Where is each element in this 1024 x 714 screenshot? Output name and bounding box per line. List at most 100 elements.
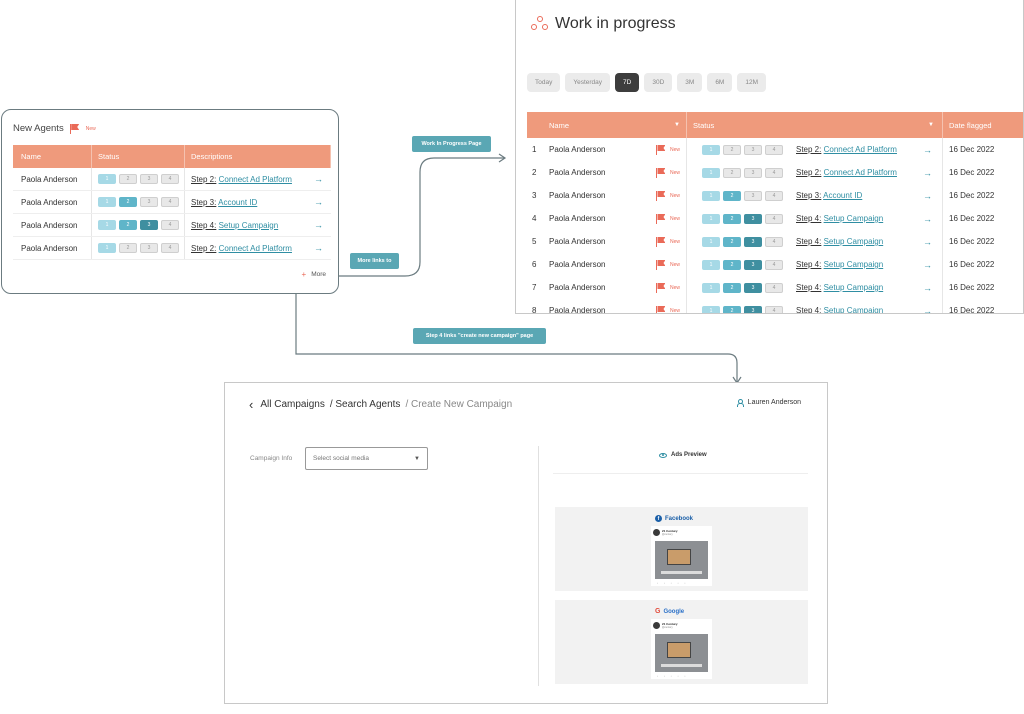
arrow-right-icon[interactable]: → [923,237,932,247]
table-row[interactable]: 3 Paola Anderson New 1234 Step 3: Account… [527,184,1023,207]
description-link[interactable]: Connect Ad Platform [824,145,897,154]
table-row[interactable]: 2 Paola Anderson New 1234 Step 2: Connect… [527,161,1023,184]
post-handle: @century [662,533,673,536]
agent-name: Paola Anderson [13,191,92,213]
avatar [653,529,660,536]
divider [553,473,808,474]
ads-preview-header: Ads Preview [659,452,707,458]
google-icon: G [655,608,661,615]
date-flagged: 16 Dec 2022 [949,237,995,246]
facebook-icon: f [655,515,662,522]
filter-30d[interactable]: 30D [644,73,673,92]
back-icon[interactable]: ‹ [249,397,253,412]
description-link[interactable]: Account ID [823,191,862,200]
table-row[interactable]: Paola Anderson 1 2 3 4 Step 2: Connect A… [13,168,331,191]
step-1: 1 [702,305,720,313]
arrow-right-icon[interactable]: → [923,145,932,155]
social-media-select[interactable]: Select social media ▼ [305,447,428,470]
filter-today[interactable]: Today [527,73,561,92]
description-link[interactable]: Connect Ad Platform [219,244,292,253]
ad-platform-title: f Facebook [655,515,693,522]
step-1: 1 [98,197,116,207]
flag-icon [655,191,666,201]
description-link[interactable]: Setup Campaign [824,237,884,246]
arrow-right-icon[interactable]: → [314,243,323,253]
breadcrumb-all-campaigns[interactable]: All Campaigns [260,399,324,410]
description-link[interactable]: Connect Ad Platform [219,175,292,184]
flag-icon [69,124,80,134]
step-3: 3 [744,167,762,178]
arrow-right-icon[interactable]: → [314,174,323,184]
status-steps: 1 2 3 4 [92,168,185,190]
eye-icon [659,452,667,458]
arrow-right-icon[interactable]: → [923,168,932,178]
arrow-right-icon[interactable]: → [314,197,323,207]
description: Step 3: Account ID [796,191,863,200]
step-3: 3 [140,174,158,184]
step-4: 4 [161,243,179,253]
step-1: 1 [702,144,720,155]
arrow-right-icon[interactable]: → [923,306,932,314]
table-row[interactable]: 8 Paola Anderson New 1234 Step 4: Setup C… [527,299,1023,314]
date-flagged: 16 Dec 2022 [949,191,995,200]
step-4: 4 [161,197,179,207]
new-badge: New [669,192,680,199]
step-2: 2 [723,305,741,313]
table-row[interactable]: 4 Paola Anderson New 1234 Step 4: Setup C… [527,207,1023,230]
step-4: 4 [765,305,783,313]
user-menu[interactable]: Lauren Anderson [736,399,801,407]
filter-3m[interactable]: 3M [677,73,703,92]
step-4: 4 [765,167,783,178]
arrow-right-icon[interactable]: → [923,260,932,270]
ad-post-mock: 21 Century @century ••••• [651,619,712,679]
table-row[interactable]: Paola Anderson 1 2 3 4 Step 3: Account I… [13,191,331,214]
description: Step 4: Setup Campaign [796,214,884,223]
row-number: 5 [532,237,537,246]
description-link[interactable]: Connect Ad Platform [824,168,897,177]
wip-table: Name ▼ Status ▼ Date flagged 1 Paola Ander… [527,112,1023,314]
arrow-right-icon[interactable]: → [923,191,932,201]
filter-12m[interactable]: 12M [737,73,766,92]
arrow-right-icon[interactable]: → [314,220,323,230]
ad-post-mock: 21 Century @century ••••• [651,526,712,586]
table-row[interactable]: 7 Paola Anderson New 1234 Step 4: Setup C… [527,276,1023,299]
new-badge: New [85,125,96,132]
column-name[interactable]: Name ▼ [547,112,687,138]
filter-yesterday[interactable]: Yesterday [565,73,611,92]
user-name: Lauren Anderson [747,399,801,406]
more-button[interactable]: + More [302,270,326,279]
description: Step 2: Connect Ad Platform [191,174,292,184]
status-steps: 1 2 3 4 [92,191,185,213]
agent-name: Paola Anderson [13,214,92,236]
caret-down-icon: ▼ [414,455,420,462]
agent-name: Paola Anderson [549,145,606,154]
flag-icon [655,306,666,313]
table-row[interactable]: 1 Paola Anderson New 1234 Step 2: Connect… [527,138,1023,161]
step-1: 1 [702,236,720,247]
step-4: 4 [765,282,783,293]
filter-7d[interactable]: 7D [615,73,640,92]
description-link[interactable]: Setup Campaign [824,214,884,223]
row-number: 3 [532,191,537,200]
table-row[interactable]: Paola Anderson 1 2 3 4 Step 4: Setup Cam… [13,214,331,237]
step-1: 1 [98,174,116,184]
description: Step 2: Connect Ad Platform [191,243,292,253]
table-row[interactable]: 5 Paola Anderson New 1234 Step 4: Setup C… [527,230,1023,253]
description-link[interactable]: Setup Campaign [824,283,884,292]
description-link[interactable]: Account ID [218,198,257,207]
breadcrumb-search-agents[interactable]: / Search Agents [330,399,401,410]
arrow-right-icon[interactable]: → [923,283,932,293]
table-row[interactable]: 6 Paola Anderson New 1234 Step 4: Setup C… [527,253,1023,276]
table-row[interactable]: Paola Anderson 1 2 3 4 Step 2: Connect A… [13,237,331,260]
step-3: 3 [744,282,762,293]
description-link[interactable]: Setup Campaign [824,260,884,269]
description-link[interactable]: Setup Campaign [219,221,279,230]
step-1: 1 [702,190,720,201]
filter-6m[interactable]: 6M [707,73,733,92]
column-status[interactable]: Status ▼ [687,112,943,138]
description-link[interactable]: Setup Campaign [824,306,884,313]
description: Step 4: Setup Campaign [796,283,884,292]
step-4: 4 [765,190,783,201]
new-badge: New [669,307,680,314]
arrow-right-icon[interactable]: → [923,214,932,224]
